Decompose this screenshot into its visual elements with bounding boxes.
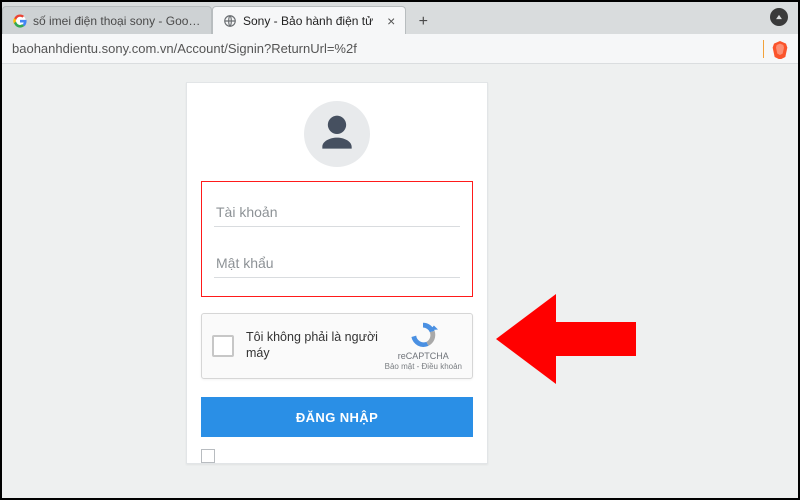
login-button[interactable]: ĐĂNG NHẬP — [201, 397, 473, 437]
remember-row — [201, 449, 473, 463]
browser-tabstrip: số imei điện thoại sony - Google Tìm Son… — [2, 2, 798, 34]
browser-address-bar: baohanhdientu.sony.com.vn/Account/Signin… — [2, 34, 798, 64]
password-field-wrap — [214, 249, 460, 278]
recaptcha-logo-icon — [408, 321, 438, 349]
remember-checkbox[interactable] — [201, 449, 215, 463]
recaptcha-box: Tôi không phải là người máy reCAPTCHA Bả… — [201, 313, 473, 379]
tab-title: Sony - Bảo hành điện tử — [243, 14, 373, 28]
brave-shield-icon[interactable] — [772, 41, 788, 57]
avatar-placeholder-icon — [304, 101, 370, 167]
recaptcha-checkbox[interactable] — [212, 335, 234, 357]
password-input[interactable] — [214, 249, 460, 278]
annotation-arrow-icon — [496, 284, 636, 399]
google-favicon-icon — [13, 14, 27, 28]
avatar-wrap — [187, 83, 487, 181]
username-input[interactable] — [214, 198, 460, 227]
credentials-highlight-box — [201, 181, 473, 297]
tab-google-search[interactable]: số imei điện thoại sony - Google Tìm — [2, 6, 212, 34]
tab-title: số imei điện thoại sony - Google Tìm — [33, 14, 201, 28]
browser-menu-icon[interactable] — [770, 8, 788, 26]
login-button-label: ĐĂNG NHẬP — [296, 410, 378, 425]
addrbar-separator — [763, 40, 764, 58]
recaptcha-legal[interactable]: Bảo mật - Điều khoản — [385, 362, 462, 372]
recaptcha-brand: reCAPTCHA Bảo mật - Điều khoản — [385, 321, 462, 371]
address-url[interactable]: baohanhdientu.sony.com.vn/Account/Signin… — [12, 41, 763, 56]
username-field-wrap — [214, 198, 460, 227]
page-viewport: Tôi không phải là người máy reCAPTCHA Bả… — [2, 64, 798, 498]
tab-sony-warranty[interactable]: Sony - Bảo hành điện tử × — [212, 6, 406, 34]
new-tab-button[interactable]: + — [410, 10, 436, 34]
recaptcha-label: Tôi không phải là người máy — [246, 330, 385, 361]
globe-favicon-icon — [223, 14, 237, 28]
login-card: Tôi không phải là người máy reCAPTCHA Bả… — [186, 82, 488, 464]
recaptcha-brand-text: reCAPTCHA — [385, 351, 462, 362]
close-tab-icon[interactable]: × — [387, 13, 395, 29]
